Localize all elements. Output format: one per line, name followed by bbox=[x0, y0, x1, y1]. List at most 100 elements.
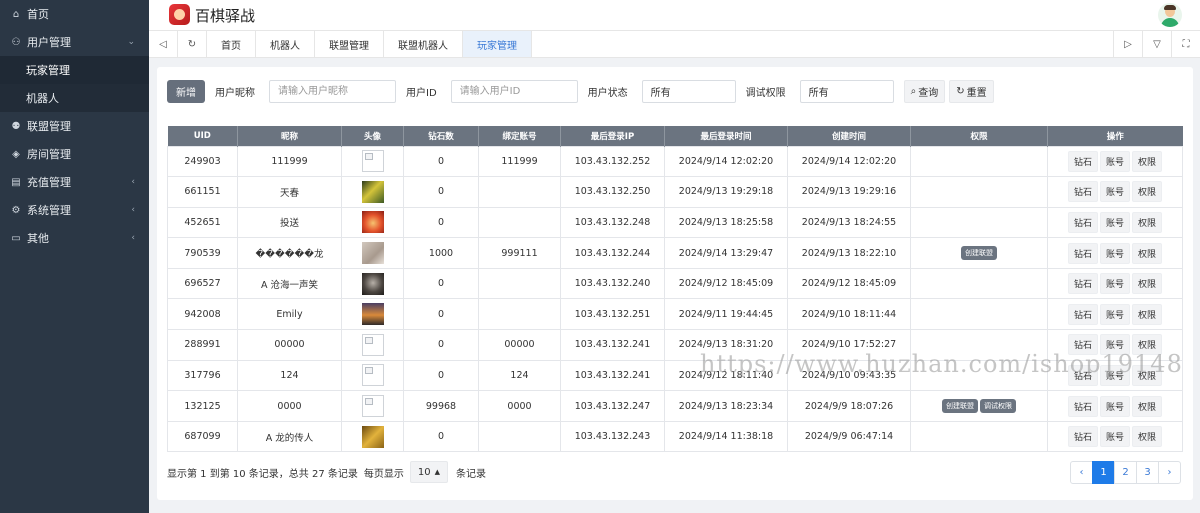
next-page-icon[interactable]: › bbox=[1158, 461, 1181, 484]
account-button[interactable]: 账号 bbox=[1099, 150, 1130, 172]
fullscreen-icon[interactable]: ⛶ bbox=[1171, 31, 1200, 57]
avatar-thumbnail bbox=[361, 180, 384, 203]
chevron-down-icon: ⌄ bbox=[127, 37, 135, 47]
sidebar-item-0[interactable]: ⌂ 首页 bbox=[0, 0, 149, 28]
last-login-ip-cell: 103.43.132.250 bbox=[560, 176, 665, 208]
sidebar-subitem-1[interactable]: 机器人 bbox=[0, 84, 149, 112]
permissions-button[interactable]: 权限 bbox=[1132, 303, 1163, 325]
column-header: 头像 bbox=[341, 126, 404, 146]
diamonds-button[interactable]: 钻石 bbox=[1067, 273, 1098, 295]
table-row: 790539 ������龙 1000 999111 103.43.132.244 202… bbox=[167, 237, 1183, 269]
sidebar-submenu: 玩家管理 机器人 bbox=[0, 56, 149, 112]
tabs-scroll-left-icon[interactable]: ◁ bbox=[149, 31, 178, 57]
per-page-select[interactable]: 10 ▲ bbox=[409, 461, 449, 483]
permissions-button[interactable]: 权限 bbox=[1132, 334, 1163, 356]
account-button[interactable]: 账号 bbox=[1099, 242, 1130, 264]
actions-cell: 钻石 账号 权限 bbox=[1047, 267, 1183, 300]
diamonds-button[interactable]: 钻石 bbox=[1067, 364, 1098, 386]
sidebar-item-2[interactable]: ⚉ 联盟管理 bbox=[0, 112, 149, 140]
last-login-time-cell: 2024/9/14 11:38:18 bbox=[664, 420, 788, 453]
permissions-button[interactable]: 权限 bbox=[1132, 211, 1163, 233]
page-2[interactable]: 2 bbox=[1114, 461, 1137, 484]
search-button[interactable]: ⌕ 查询 bbox=[903, 79, 946, 103]
column-header: 创建时间 bbox=[787, 126, 911, 146]
per-page-value: 10 bbox=[417, 466, 431, 478]
account-button[interactable]: 账号 bbox=[1099, 273, 1130, 295]
column-header: 操作 bbox=[1047, 126, 1183, 146]
tabs-menu-icon[interactable]: ▽ bbox=[1142, 31, 1171, 57]
sidebar-item-6[interactable]: ▭ 其他 ‹ bbox=[0, 224, 149, 252]
permissions-button[interactable]: 权限 bbox=[1132, 181, 1163, 203]
page-1[interactable]: 1 bbox=[1092, 461, 1115, 484]
add-button[interactable]: 新增 bbox=[167, 79, 205, 103]
nickname-cell: 111999 bbox=[237, 145, 342, 178]
bound-account-cell bbox=[478, 206, 561, 239]
sidebar-item-4[interactable]: ▤ 充值管理 ‹ bbox=[0, 168, 149, 196]
permissions-button[interactable]: 权限 bbox=[1132, 364, 1163, 386]
actions-cell: 钻石 账号 权限 bbox=[1047, 237, 1183, 269]
tab-3[interactable]: 联盟机器人 bbox=[384, 31, 463, 57]
actions-cell: 钻石 账号 权限 bbox=[1047, 329, 1183, 361]
document-icon: ▤ bbox=[11, 176, 21, 188]
sidebar-item-5[interactable]: ⚙ 系统管理 ‹ bbox=[0, 196, 149, 224]
user-avatar[interactable] bbox=[1158, 3, 1182, 27]
nickname-input[interactable] bbox=[269, 79, 396, 103]
diamonds-button[interactable]: 钻石 bbox=[1067, 303, 1098, 325]
account-button[interactable]: 账号 bbox=[1099, 364, 1130, 386]
per-page-label: 每页显示 bbox=[363, 468, 404, 480]
userid-input[interactable] bbox=[450, 79, 578, 103]
last-login-time-cell: 2024/9/13 19:29:18 bbox=[664, 176, 788, 208]
account-button[interactable]: 账号 bbox=[1099, 181, 1130, 203]
sidebar-subitem-0[interactable]: 玩家管理 bbox=[0, 56, 149, 84]
diamonds-button[interactable]: 钻石 bbox=[1067, 395, 1098, 417]
tab-2[interactable]: 联盟管理 bbox=[315, 31, 384, 57]
permissions-button[interactable]: 权限 bbox=[1132, 150, 1163, 172]
account-button[interactable]: 账号 bbox=[1099, 334, 1130, 356]
status-select[interactable] bbox=[641, 79, 736, 103]
account-button[interactable]: 账号 bbox=[1099, 426, 1130, 448]
userid-label: 用户ID bbox=[406, 87, 437, 99]
tab-4[interactable]: 玩家管理 bbox=[463, 31, 532, 57]
records-summary: 显示第 1 到第 10 条记录，总共 27 条记录 bbox=[167, 468, 358, 480]
tab-0[interactable]: 首页 bbox=[207, 31, 256, 57]
reset-button-label: 重置 bbox=[966, 87, 987, 99]
sidebar-item-1[interactable]: ⚇ 用户管理 ⌄ bbox=[0, 28, 149, 56]
column-header: 昵称 bbox=[237, 126, 342, 146]
prev-page-icon[interactable]: ‹ bbox=[1070, 461, 1093, 484]
account-button[interactable]: 账号 bbox=[1099, 303, 1130, 325]
gear-icon: ⚙ bbox=[11, 204, 21, 216]
permissions-button[interactable]: 权限 bbox=[1132, 395, 1163, 417]
tab-1[interactable]: 机器人 bbox=[256, 31, 315, 57]
account-button[interactable]: 账号 bbox=[1099, 211, 1130, 233]
account-button[interactable]: 账号 bbox=[1099, 395, 1130, 417]
debug-select[interactable] bbox=[799, 79, 894, 103]
permissions-button[interactable]: 权限 bbox=[1132, 273, 1163, 295]
last-login-time-cell: 2024/9/11 19:44:45 bbox=[664, 298, 788, 331]
nickname-cell: 124 bbox=[237, 359, 342, 392]
nickname-cell: ������龙 bbox=[237, 237, 342, 269]
created-time-cell: 2024/9/13 18:24:55 bbox=[787, 206, 911, 239]
diamonds-button[interactable]: 钻石 bbox=[1067, 211, 1098, 233]
diamonds-button[interactable]: 钻石 bbox=[1067, 150, 1098, 172]
sidebar-item-label: 首页 bbox=[27, 8, 49, 21]
permissions-button[interactable]: 权限 bbox=[1132, 426, 1163, 448]
diamonds-cell: 0 bbox=[403, 359, 479, 392]
diamonds-button[interactable]: 钻石 bbox=[1067, 181, 1098, 203]
diamond-icon: ◈ bbox=[12, 148, 20, 160]
diamonds-button[interactable]: 钻石 bbox=[1067, 426, 1098, 448]
diamonds-button[interactable]: 钻石 bbox=[1067, 334, 1098, 356]
refresh-icon[interactable]: ↻ bbox=[178, 31, 207, 57]
reset-button[interactable]: ↻ 重置 bbox=[949, 79, 994, 103]
permissions-button[interactable]: 权限 bbox=[1132, 242, 1163, 264]
content-panel: 新增 用户昵称 用户ID 用户状态 调试权限 ⌕ 查询 ↻ 重置 UID昵称头像… bbox=[157, 67, 1193, 500]
page-3[interactable]: 3 bbox=[1136, 461, 1159, 484]
permissions-cell bbox=[910, 145, 1048, 178]
created-time-cell: 2024/9/10 09:43:35 bbox=[787, 359, 911, 392]
sidebar-item-3[interactable]: ◈ 房间管理 bbox=[0, 140, 149, 168]
permissions-cell bbox=[910, 359, 1048, 392]
permissions-cell bbox=[910, 329, 1048, 361]
column-header: 绑定账号 bbox=[478, 126, 561, 146]
tabs-spacer bbox=[532, 31, 1113, 57]
tabs-scroll-right-icon[interactable]: ▷ bbox=[1113, 31, 1142, 57]
diamonds-button[interactable]: 钻石 bbox=[1067, 242, 1098, 264]
